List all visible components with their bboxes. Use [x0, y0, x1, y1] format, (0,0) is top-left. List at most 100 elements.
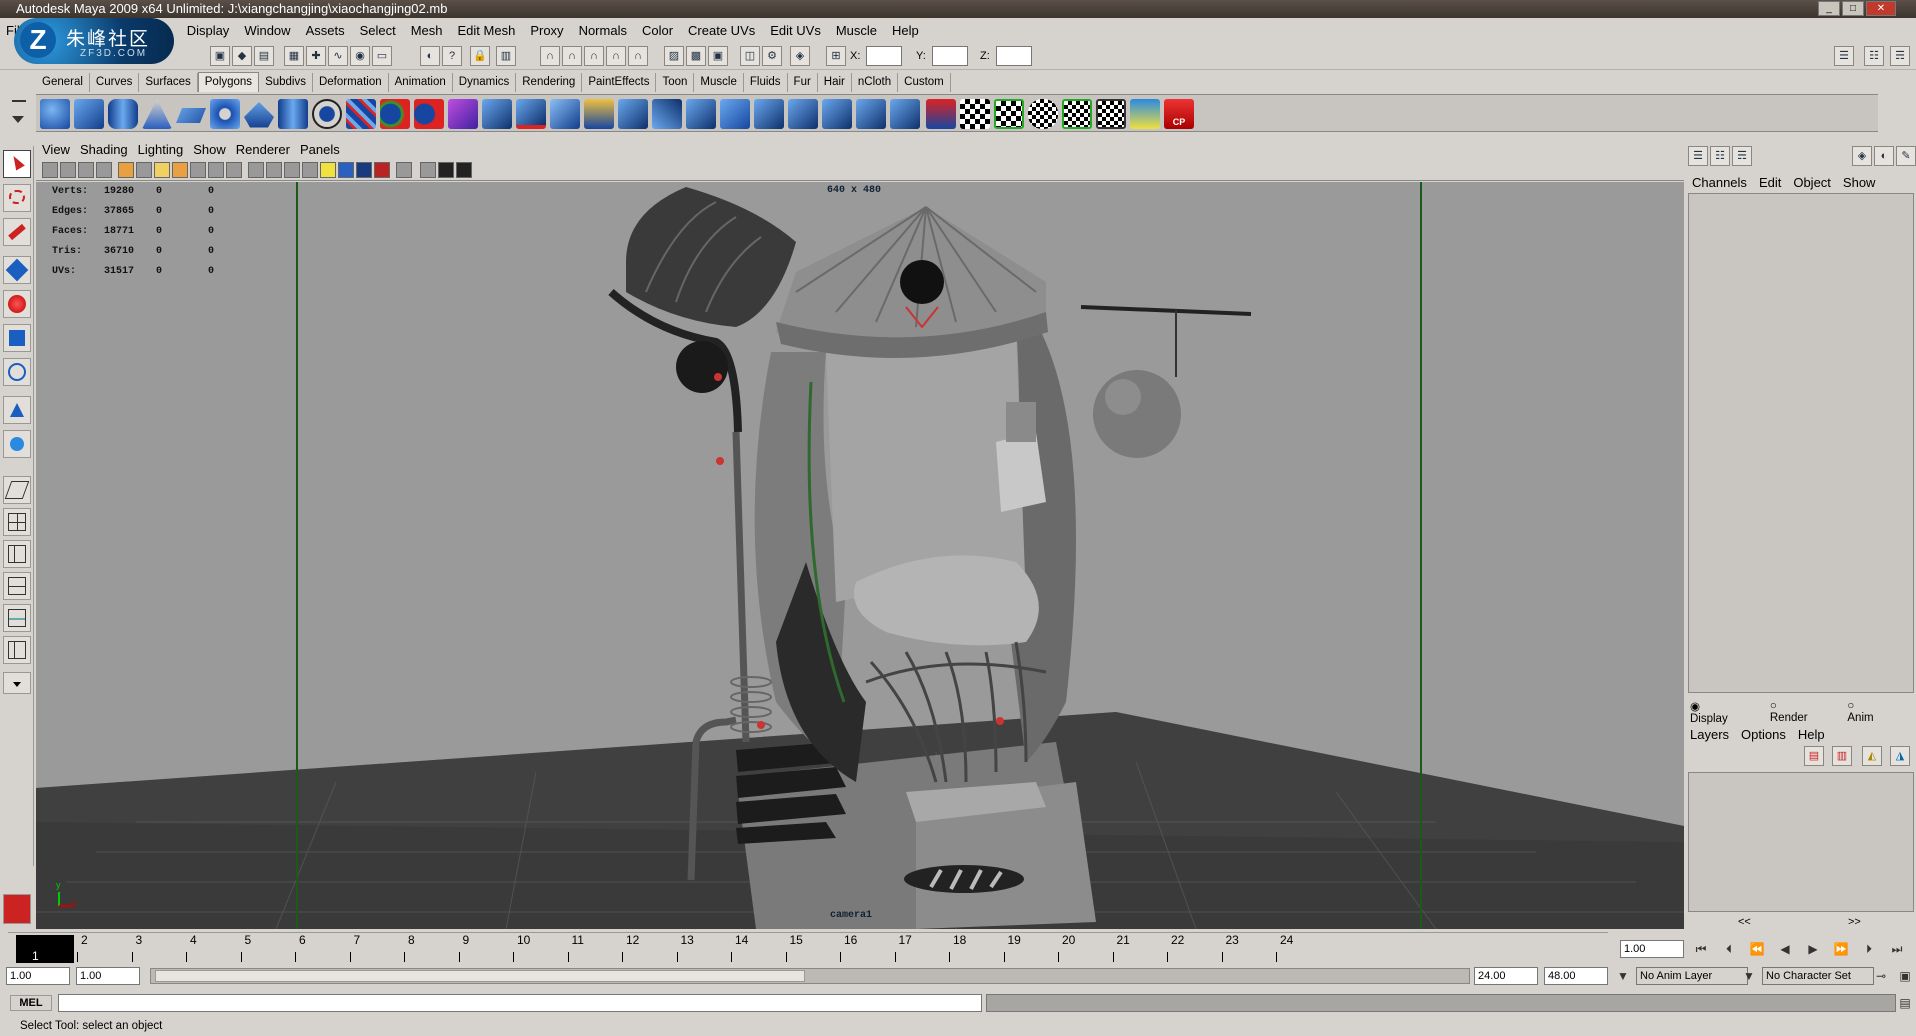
high-quality-icon[interactable] — [356, 162, 372, 178]
render-settings-icon[interactable]: ⚙ — [762, 46, 782, 66]
shadows-icon[interactable] — [338, 162, 354, 178]
layout-hypershade-icon[interactable] — [3, 604, 31, 632]
menu-edit-mesh[interactable]: Edit Mesh — [458, 23, 516, 38]
select-object-icon[interactable]: ◆ — [232, 46, 252, 66]
extrude-icon[interactable] — [482, 99, 512, 129]
textured-icon[interactable] — [302, 162, 318, 178]
checker-uv-icon[interactable] — [960, 99, 990, 129]
pin-icon[interactable]: ✎ — [1896, 146, 1916, 166]
x-field[interactable] — [866, 46, 902, 66]
input-field-icon[interactable]: ⊞ — [826, 46, 846, 66]
anim-layer-dropdown-icon[interactable]: ▼ — [1614, 967, 1632, 985]
menu-edit-uvs[interactable]: Edit UVs — [770, 23, 821, 38]
end-time-field[interactable]: 48.00 — [1544, 967, 1608, 985]
magnet2-icon[interactable]: ∩ — [562, 46, 582, 66]
magnet4-icon[interactable]: ∩ — [606, 46, 626, 66]
channel-list2-icon[interactable]: ☷ — [1710, 146, 1730, 166]
layout-four-icon[interactable] — [3, 508, 31, 536]
channel-list-icon[interactable]: ☰ — [1688, 146, 1708, 166]
layers-palette-icon[interactable]: ◈ — [1852, 146, 1872, 166]
split-polygon-icon[interactable] — [584, 99, 614, 129]
menu-create-uvs[interactable]: Create UVs — [688, 23, 755, 38]
wireframe-icon[interactable] — [248, 162, 264, 178]
viewport-menu-show[interactable]: Show — [193, 142, 226, 157]
wedge-icon[interactable] — [822, 99, 852, 129]
cp-icon[interactable]: CP — [1164, 99, 1194, 129]
poly-cone-icon[interactable] — [142, 99, 172, 129]
uv-sphere-map-icon[interactable] — [1028, 99, 1058, 129]
layer-menu-help[interactable]: Help — [1798, 727, 1825, 742]
snap-curve-icon[interactable]: ∿ — [328, 46, 348, 66]
poly-torus-icon[interactable] — [210, 99, 240, 129]
universal-manip-icon[interactable] — [3, 358, 31, 386]
shelf-tab-general[interactable]: General — [36, 73, 90, 92]
layer-render-icon[interactable]: ◮ — [1890, 746, 1910, 766]
combine-icon[interactable] — [346, 99, 376, 129]
channel-menu-edit[interactable]: Edit — [1759, 175, 1781, 190]
snap-point-icon[interactable]: ◉ — [350, 46, 370, 66]
current-frame-field[interactable]: 1.00 — [1620, 940, 1684, 958]
snap-grid-icon[interactable]: ✚ — [306, 46, 326, 66]
shelf-tab-toon[interactable]: Toon — [656, 73, 695, 92]
viewport-menu-lighting[interactable]: Lighting — [138, 142, 184, 157]
select-component-icon[interactable]: ▤ — [254, 46, 274, 66]
collapse-icon[interactable] — [720, 99, 750, 129]
stats-icon[interactable] — [456, 162, 472, 178]
safe-title-icon[interactable] — [226, 162, 242, 178]
menu-select[interactable]: Select — [360, 23, 396, 38]
help-icon[interactable]: ? — [442, 46, 462, 66]
lights-icon[interactable] — [320, 162, 336, 178]
menu-display[interactable]: Display — [187, 23, 230, 38]
layout-dropdown-icon[interactable] — [3, 672, 31, 694]
shelf-tab-polygons[interactable]: Polygons — [197, 72, 260, 92]
menu-proxy[interactable]: Proxy — [530, 23, 563, 38]
film-gate-icon[interactable] — [136, 162, 152, 178]
shelf-tab-fur[interactable]: Fur — [788, 73, 818, 92]
script-editor-icon[interactable]: ▤ — [1896, 994, 1914, 1012]
uv-layout-icon[interactable] — [994, 99, 1024, 129]
select-hierarchy-icon[interactable]: ▣ — [210, 46, 230, 66]
gate-mask-icon[interactable] — [172, 162, 188, 178]
layout-outliner-icon[interactable] — [3, 636, 31, 664]
perspective-viewport[interactable]: Verts: 19280 0 0 Edges: 37865 0 0 Faces: 18771 0 0 T… — [36, 182, 1684, 929]
image-plane-icon[interactable] — [96, 162, 112, 178]
shelf-menu-icon[interactable] — [6, 94, 32, 132]
layer-radio-anim[interactable]: ○ Anim — [1847, 700, 1900, 724]
bookmark-icon[interactable] — [78, 162, 94, 178]
menu-window[interactable]: Window — [244, 23, 290, 38]
uv-snapshot-icon[interactable] — [1096, 99, 1126, 129]
layout-persp-graph-icon[interactable] — [3, 572, 31, 600]
viewport-menu-renderer[interactable]: Renderer — [236, 142, 290, 157]
ipr-render-icon[interactable]: ◫ — [740, 46, 760, 66]
shelf-tab-subdivs[interactable]: Subdivs — [259, 73, 313, 92]
viewport-menu-panels[interactable]: Panels — [300, 142, 340, 157]
move-tool-icon[interactable] — [3, 256, 31, 284]
layer-options-icon[interactable]: ◭ — [1862, 746, 1882, 766]
z-field[interactable] — [996, 46, 1032, 66]
layout-side-icon[interactable] — [3, 540, 31, 568]
step-forward-frame-icon[interactable]: ⏵ — [1860, 940, 1878, 958]
menu-normals[interactable]: Normals — [579, 23, 627, 38]
magnet-icon[interactable]: ∩ — [540, 46, 560, 66]
shelf-tab-dynamics[interactable]: Dynamics — [453, 73, 517, 92]
menu-color[interactable]: Color — [642, 23, 673, 38]
step-forward-key-icon[interactable]: ⏩ — [1832, 940, 1850, 958]
radio-unchecked-icon[interactable]: ○ — [1847, 700, 1854, 712]
close-button[interactable]: ✕ — [1866, 1, 1896, 16]
construction-history-icon[interactable]: ▨ — [664, 46, 684, 66]
lasso-tool-icon[interactable] — [3, 184, 31, 212]
channel-menu-channels[interactable]: Channels — [1692, 175, 1747, 190]
layer-menu-layers[interactable]: Layers — [1690, 727, 1729, 742]
xray-icon[interactable] — [374, 162, 390, 178]
viewport-menu-shading[interactable]: Shading — [80, 142, 128, 157]
render-icon[interactable]: ▣ — [708, 46, 728, 66]
shelf-tab-painteffects[interactable]: PaintEffects — [582, 73, 657, 92]
smooth-icon[interactable] — [448, 99, 478, 129]
separate-icon[interactable] — [380, 99, 410, 129]
camera-attr-icon[interactable] — [60, 162, 76, 178]
menu-assets[interactable]: Assets — [306, 23, 345, 38]
poke-icon[interactable] — [788, 99, 818, 129]
mel-input[interactable] — [58, 994, 982, 1012]
go-to-end-icon[interactable]: ⏭ — [1888, 940, 1906, 958]
texture-borders-icon[interactable] — [1130, 99, 1160, 129]
